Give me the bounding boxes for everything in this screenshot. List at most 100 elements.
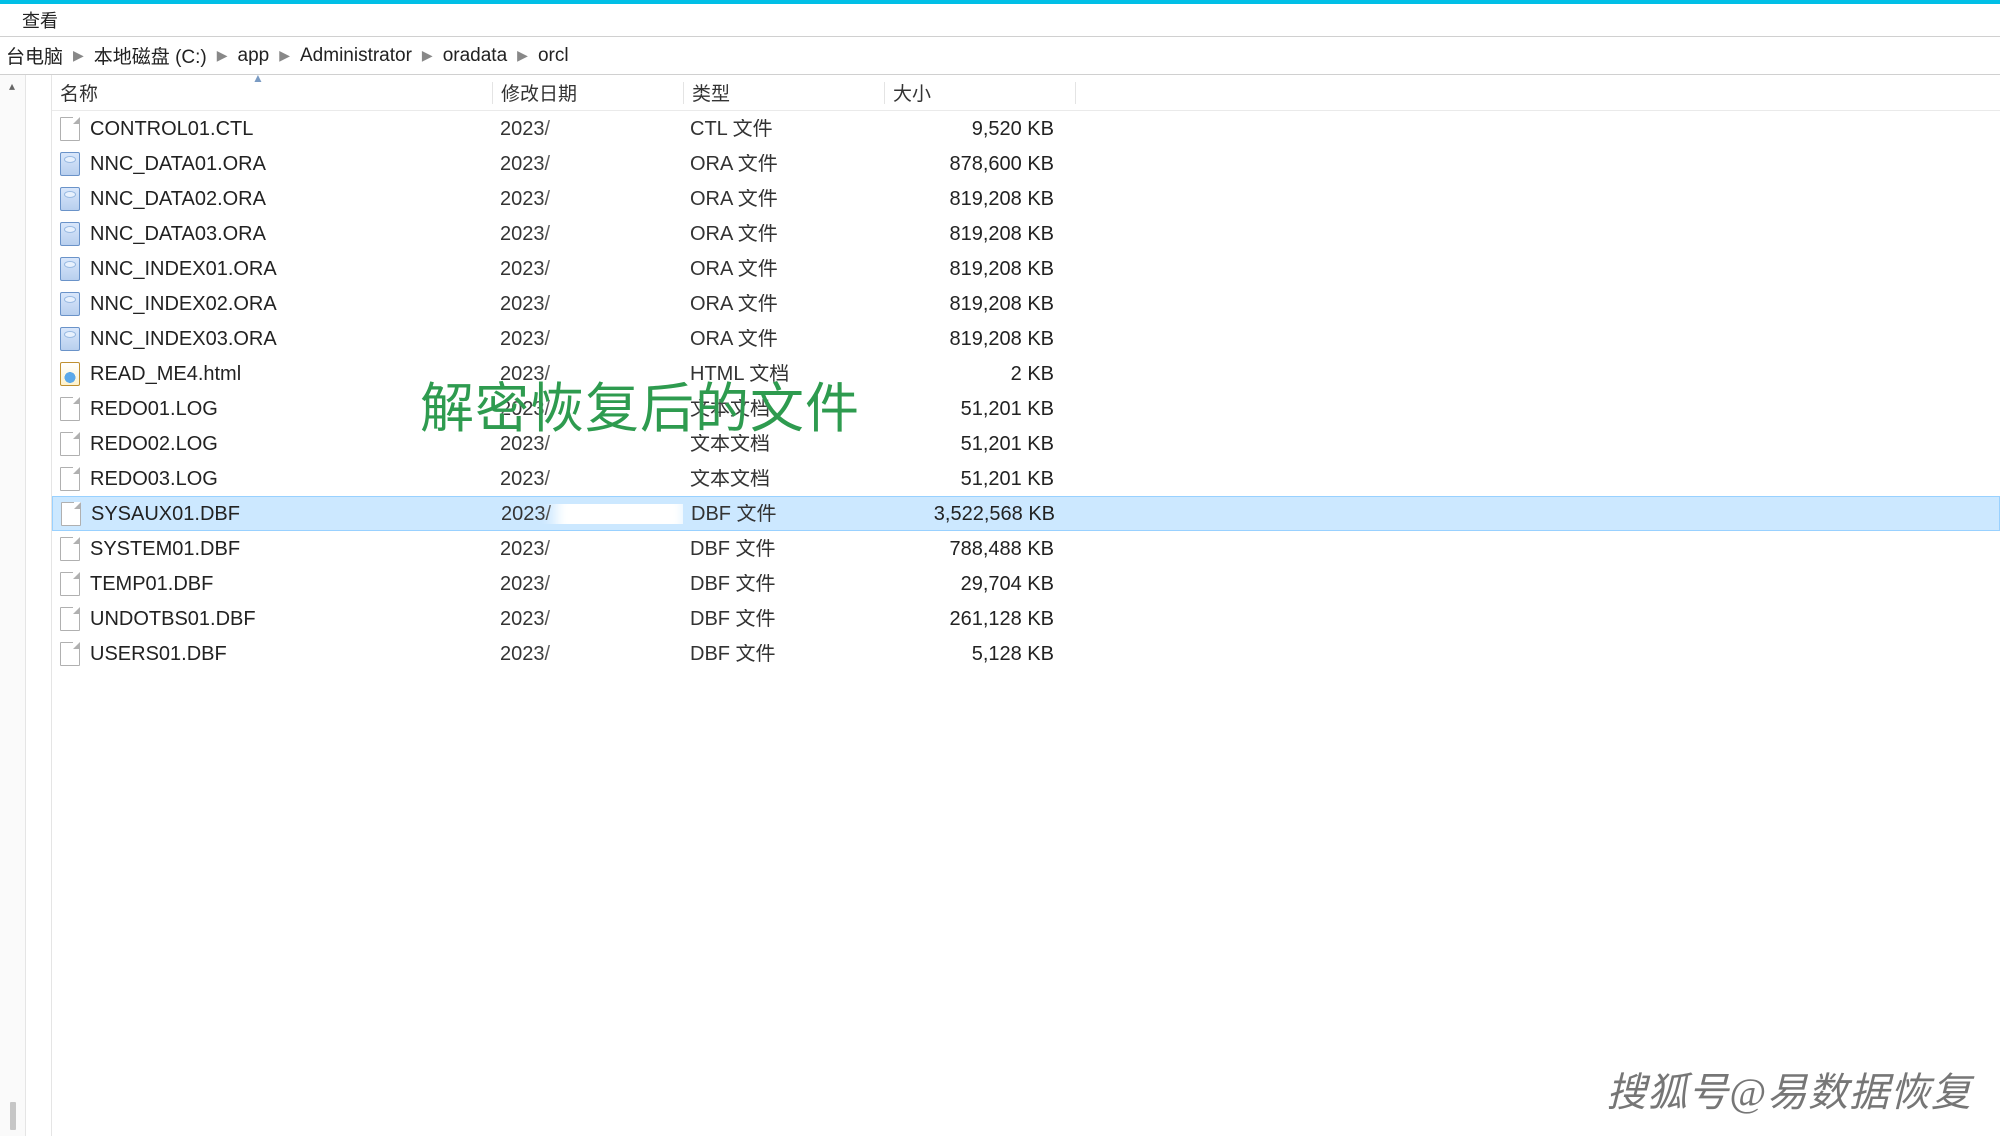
chevron-right-icon[interactable]: ▶: [511, 47, 534, 64]
nav-pane-scrollbar[interactable]: ▴: [0, 75, 26, 1136]
watermark: 搜狐号@易数据恢复: [1606, 1060, 1972, 1118]
file-name-label: NNC_DATA02.ORA: [90, 189, 266, 209]
file-name-cell: TEMP01.DBF: [52, 572, 492, 596]
file-date-cell: 2023/: [492, 259, 682, 279]
column-type[interactable]: 类型: [684, 79, 884, 106]
chevron-right-icon[interactable]: ▶: [416, 47, 439, 64]
file-row[interactable]: TEMP01.DBF2023/DBF 文件29,704 KB: [52, 566, 2000, 601]
breadcrumb-segment[interactable]: app: [234, 45, 274, 67]
file-size-cell: 819,208 KB: [882, 259, 1072, 279]
file-type-cell: ORA 文件: [682, 329, 882, 349]
file-date-cell: 2023/: [492, 609, 682, 629]
generic-file-icon: [61, 502, 81, 526]
breadcrumb-segment[interactable]: 台电脑: [2, 42, 67, 69]
file-row[interactable]: NNC_DATA01.ORA2023/ORA 文件878,600 KB: [52, 146, 2000, 181]
file-size-cell: 51,201 KB: [882, 434, 1072, 454]
file-row[interactable]: REDO02.LOG2023/文本文档51,201 KB: [52, 426, 2000, 461]
file-date-label: 2023/: [500, 609, 550, 629]
file-row[interactable]: SYSAUX01.DBF2023/DBF 文件3,522,568 KB: [52, 496, 2000, 531]
file-type-cell: ORA 文件: [682, 154, 882, 174]
file-date-cell: 2023/: [492, 154, 682, 174]
file-row[interactable]: UNDOTBS01.DBF2023/DBF 文件261,128 KB: [52, 601, 2000, 636]
generic-file-icon: [60, 537, 80, 561]
file-name-cell: REDO02.LOG: [52, 432, 492, 456]
file-row[interactable]: REDO03.LOG2023/文本文档51,201 KB: [52, 461, 2000, 496]
file-row[interactable]: SYSTEM01.DBF2023/DBF 文件788,488 KB: [52, 531, 2000, 566]
file-size-cell: 878,600 KB: [882, 154, 1072, 174]
menu-view[interactable]: 查看: [22, 7, 58, 33]
file-size-cell: 788,488 KB: [882, 539, 1072, 559]
file-name-label: REDO02.LOG: [90, 434, 218, 454]
file-size-cell: 9,520 KB: [882, 119, 1072, 139]
file-date-label: 2023/: [500, 119, 550, 139]
file-type-cell: 文本文档: [682, 469, 882, 489]
column-name[interactable]: 名称 ▲: [52, 79, 492, 106]
file-row[interactable]: NNC_INDEX03.ORA2023/ORA 文件819,208 KB: [52, 321, 2000, 356]
html-file-icon: [60, 362, 80, 386]
database-file-icon: [60, 292, 80, 316]
file-row[interactable]: READ_ME4.html2023/HTML 文档2 KB: [52, 356, 2000, 391]
file-date-cell: 2023/: [492, 294, 682, 314]
generic-file-icon: [60, 117, 80, 141]
database-file-icon: [60, 152, 80, 176]
breadcrumb[interactable]: 台电脑▶本地磁盘 (C:)▶app▶Administrator▶oradata▶…: [0, 37, 2000, 75]
redacted-blur: [562, 189, 677, 209]
file-date-cell: 2023/: [492, 644, 682, 664]
file-name-label: NNC_INDEX03.ORA: [90, 329, 277, 349]
file-size-cell: 29,704 KB: [882, 574, 1072, 594]
file-row[interactable]: NNC_INDEX02.ORA2023/ORA 文件819,208 KB: [52, 286, 2000, 321]
redacted-blur: [563, 504, 678, 524]
chevron-right-icon[interactable]: ▶: [67, 47, 90, 64]
file-type-cell: ORA 文件: [682, 294, 882, 314]
database-file-icon: [60, 257, 80, 281]
file-row[interactable]: USERS01.DBF2023/DBF 文件5,128 KB: [52, 636, 2000, 671]
file-date-cell: 2023/: [492, 539, 682, 559]
breadcrumb-segment[interactable]: orcl: [534, 45, 573, 67]
file-name-cell: SYSAUX01.DBF: [53, 502, 493, 526]
breadcrumb-segment[interactable]: Administrator: [296, 45, 416, 67]
redacted-blur: [562, 399, 677, 419]
chevron-right-icon[interactable]: ▶: [211, 47, 234, 64]
chevron-right-icon[interactable]: ▶: [273, 47, 296, 64]
file-date-label: 2023/: [500, 539, 550, 559]
file-size-cell: 5,128 KB: [882, 644, 1072, 664]
breadcrumb-segment[interactable]: 本地磁盘 (C:): [90, 42, 211, 69]
file-name-cell: READ_ME4.html: [52, 362, 492, 386]
column-headers: 名称 ▲ 修改日期 类型 大小: [52, 75, 2000, 111]
file-row[interactable]: NNC_DATA02.ORA2023/ORA 文件819,208 KB: [52, 181, 2000, 216]
file-name-label: NNC_INDEX01.ORA: [90, 259, 277, 279]
file-date-label: 2023/: [500, 574, 550, 594]
file-name-cell: NNC_DATA02.ORA: [52, 187, 492, 211]
nav-pane-gap: [26, 75, 52, 1136]
file-size-cell: 51,201 KB: [882, 399, 1072, 419]
scroll-up-icon[interactable]: ▴: [5, 79, 19, 93]
file-type-cell: DBF 文件: [682, 644, 882, 664]
column-separator[interactable]: [1075, 82, 1076, 104]
redacted-blur: [562, 294, 677, 314]
file-name-label: NNC_INDEX02.ORA: [90, 294, 277, 314]
file-name-cell: NNC_INDEX03.ORA: [52, 327, 492, 351]
column-size[interactable]: 大小: [885, 79, 1075, 106]
scroll-thumb[interactable]: [10, 1102, 16, 1130]
redacted-blur: [562, 329, 677, 349]
database-file-icon: [60, 187, 80, 211]
file-row[interactable]: CONTROL01.CTL2023/CTL 文件9,520 KB: [52, 111, 2000, 146]
file-row[interactable]: NNC_DATA03.ORA2023/ORA 文件819,208 KB: [52, 216, 2000, 251]
redacted-blur: [562, 644, 677, 664]
file-row[interactable]: NNC_INDEX01.ORA2023/ORA 文件819,208 KB: [52, 251, 2000, 286]
breadcrumb-segment[interactable]: oradata: [439, 45, 511, 67]
file-date-label: 2023/: [500, 399, 550, 419]
file-date-label: 2023/: [500, 364, 550, 384]
file-size-cell: 51,201 KB: [882, 469, 1072, 489]
redacted-blur: [562, 469, 677, 489]
file-date-cell: 2023/: [492, 574, 682, 594]
file-type-cell: DBF 文件: [682, 539, 882, 559]
file-name-cell: REDO01.LOG: [52, 397, 492, 421]
file-row[interactable]: REDO01.LOG2023/文本文档51,201 KB: [52, 391, 2000, 426]
file-date-cell: 2023/: [492, 119, 682, 139]
file-size-cell: 3,522,568 KB: [883, 504, 1073, 524]
file-type-cell: 文本文档: [682, 434, 882, 454]
file-date-label: 2023/: [500, 224, 550, 244]
file-name-cell: NNC_DATA03.ORA: [52, 222, 492, 246]
column-date[interactable]: 修改日期: [493, 79, 683, 106]
